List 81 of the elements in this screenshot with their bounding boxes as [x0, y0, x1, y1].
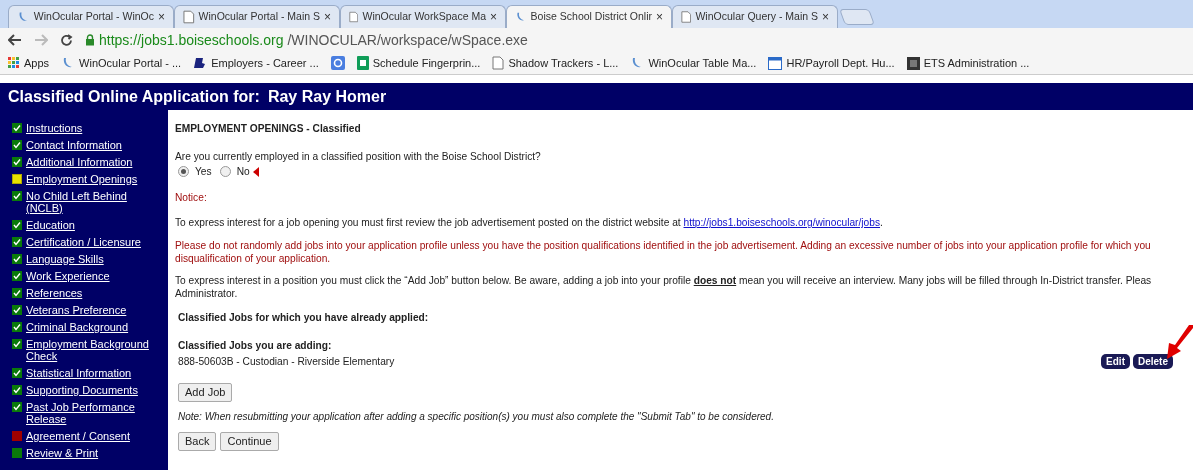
- browser-tab[interactable]: Boise School District Onlir ×: [506, 5, 672, 28]
- annotation-arrow: [1167, 325, 1193, 359]
- tab-close-button[interactable]: ×: [656, 8, 663, 26]
- paragraph: To express interest for a job opening you must first review the job advertisement posted on the district website at http://jobs1.boiseschools.org/winocular/jobs.: [175, 216, 884, 229]
- tab-title: WinOcular Portal - WinOc: [33, 9, 154, 25]
- browser-tab[interactable]: WinOcular Portal - WinOc ×: [8, 5, 174, 28]
- bookmark[interactable]: Schedule Fingerprin...: [356, 54, 481, 72]
- bookmark[interactable]: ETS Administration ...: [906, 54, 1030, 72]
- sidebar-link[interactable]: Veterans Preference: [26, 304, 127, 316]
- job-title: 888-50603B - Custodian - Riverside Elementary: [178, 355, 396, 368]
- bookmark[interactable]: Shadow Trackers - L...: [492, 54, 619, 72]
- warning-text: Please do not randomly add jobs into your application profile unless you have the position qualifications identified in the job advertisement. Adding an excessive number of jobs into your application profile for which you: [175, 239, 1152, 252]
- sidebar-link[interactable]: Certification / Licensure: [26, 236, 141, 248]
- sidebar-link[interactable]: Contact Information: [26, 139, 122, 151]
- nav-button[interactable]: Continue: [220, 432, 279, 451]
- tab-close-button[interactable]: ×: [490, 8, 497, 26]
- google-icon: [330, 56, 345, 70]
- subheading: Classified Jobs you are adding:: [178, 339, 333, 352]
- sidebar-link[interactable]: Past Job Performance Release: [26, 401, 157, 425]
- sidebar-link[interactable]: Statistical Information: [26, 367, 132, 379]
- browser-tab[interactable]: WinOcular Portal - Main S ×: [174, 5, 340, 28]
- warning-text: disqualification of your application.: [175, 252, 332, 265]
- section-heading: EMPLOYMENT OPENINGS - Classified: [175, 122, 362, 135]
- tab-title: WinOcular WorkSpace Ma: [362, 9, 486, 25]
- tab-close-button[interactable]: ×: [822, 8, 829, 26]
- bookmark[interactable]: HR/Payroll Dept. Hu...: [768, 54, 895, 72]
- sidebar-link[interactable]: Instructions: [26, 122, 83, 134]
- bookmark[interactable]: WinOcular Portal - ...: [61, 54, 182, 72]
- paragraph: Administrator.: [175, 287, 239, 300]
- question: Are you currently employed in a classified position with the Boise School District?: [175, 150, 542, 163]
- tab-title: Boise School District Onlir: [530, 9, 652, 25]
- sidebar-link[interactable]: Work Experience: [26, 270, 110, 282]
- paragraph: To express interest in a position you must click the “Add Job” button below. Be aware, adding a job into your profile does not mean you will receive an interview. Many jobs will be filled through In-District transfer. Pleas: [175, 274, 1153, 287]
- bookmark[interactable]: Apps: [8, 54, 50, 72]
- required-marker-icon: [252, 166, 259, 177]
- tab-close-button[interactable]: ×: [158, 8, 165, 26]
- page-icon: [681, 10, 692, 24]
- browser-tab[interactable]: WinOcular Query - Main S ×: [672, 5, 838, 28]
- action-button[interactable]: Edit: [1101, 354, 1130, 369]
- notice-label: Notice:: [175, 191, 208, 204]
- subheading: Classified Jobs for which you have already applied:: [178, 311, 430, 324]
- sidebar-link[interactable]: Employment Openings: [26, 173, 138, 185]
- add-job-button[interactable]: Add Job: [178, 383, 233, 402]
- radio-label: No: [236, 165, 250, 178]
- page-icon: [183, 10, 195, 24]
- radio-button[interactable]: [219, 166, 231, 177]
- sidebar-link[interactable]: Employment Background Check: [26, 338, 157, 362]
- sidebar-link[interactable]: Additional Information: [26, 156, 133, 168]
- radio-label: Yes: [195, 165, 212, 178]
- bookmark[interactable]: Employers - Career ...: [193, 54, 319, 72]
- applicant-name: Ray Ray Homer: [267, 86, 387, 107]
- sidebar-link[interactable]: Supporting Documents: [26, 384, 138, 396]
- dark-square-icon: [906, 56, 920, 70]
- page-icon: [492, 56, 505, 70]
- b-logo-icon: [193, 57, 208, 69]
- note: Note: When resubmitting your application after adding a specific position(s) you must also complete the "Submit Tab" to be considered.: [178, 410, 775, 423]
- tab-title: WinOcular Query - Main S: [695, 9, 818, 25]
- crescent-logo-icon: [17, 10, 30, 24]
- apps-grid-icon: [8, 57, 20, 69]
- header-title: Classified Online Application for:: [8, 86, 260, 107]
- sidebar-link[interactable]: No Child Left Behind (NCLB): [26, 190, 157, 214]
- sidebar-link[interactable]: Review & Print: [26, 447, 99, 459]
- browser-tab[interactable]: WinOcular WorkSpace Ma ×: [340, 5, 506, 28]
- nav-button[interactable]: Back: [178, 432, 217, 451]
- tab-title: WinOcular Portal - Main S: [198, 9, 320, 25]
- bookmark[interactable]: [330, 56, 345, 70]
- back-arrow-icon[interactable]: [8, 34, 22, 46]
- sidebar-link[interactable]: Criminal Background: [26, 321, 129, 333]
- bookmark[interactable]: WinOcular Table Ma...: [630, 54, 757, 72]
- sidebar-link[interactable]: References: [26, 287, 83, 299]
- sidebar-link[interactable]: Education: [26, 219, 75, 231]
- action-button[interactable]: Delete: [1133, 354, 1173, 369]
- sidebar-link[interactable]: Language Skills: [26, 253, 104, 265]
- spreadsheet-icon: [356, 56, 369, 70]
- lock-icon: [85, 34, 95, 46]
- radio-button[interactable]: [178, 166, 189, 177]
- window-icon: [768, 56, 783, 70]
- page-icon: [349, 10, 359, 24]
- reload-icon[interactable]: [60, 33, 73, 47]
- sidebar-link[interactable]: Agreement / Consent: [26, 430, 130, 442]
- tab-close-button[interactable]: ×: [324, 8, 331, 26]
